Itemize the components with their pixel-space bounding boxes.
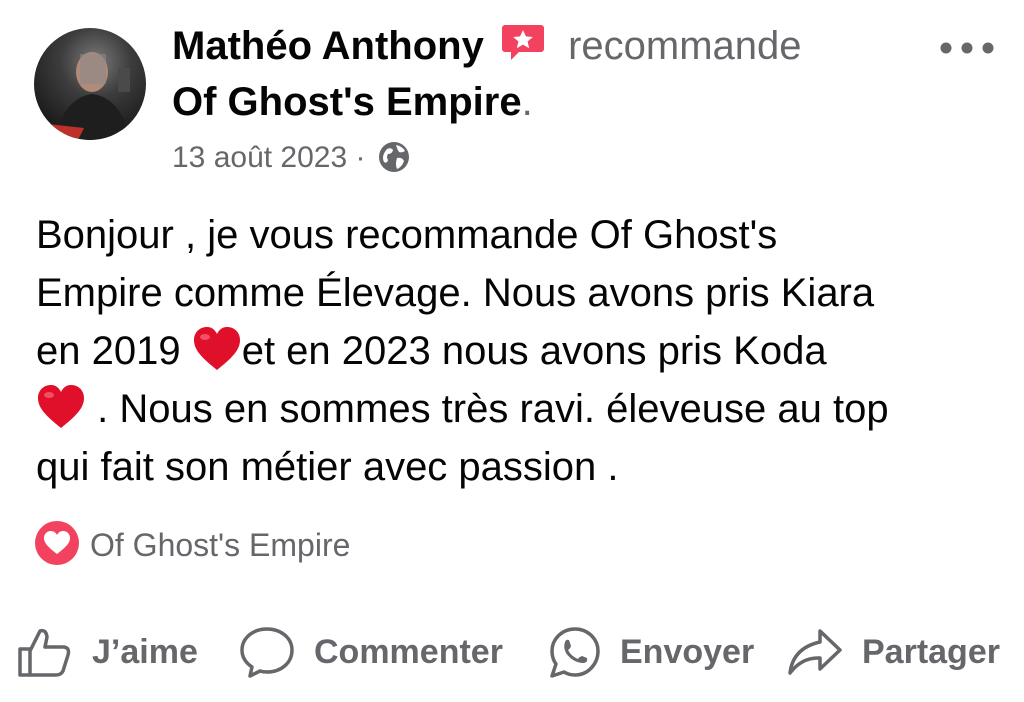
post-text-fragment: en 2019 [36, 329, 192, 373]
page-punct: . [521, 80, 533, 124]
recommendation-icon [501, 23, 545, 63]
post-text-fragment: et en 2023 nous avons pris Koda [241, 329, 827, 373]
recommended-page-tag[interactable]: Of Ghost's Empire [34, 520, 350, 569]
comment-bubble-icon [240, 627, 294, 678]
post-date[interactable]: 13 août 2023 [172, 141, 347, 174]
heart-badge-icon [34, 520, 80, 566]
recommended-page-line: Of Ghost's Empire. [172, 78, 533, 126]
post-body: Bonjour , je vous recommande Of Ghost's … [36, 206, 1008, 496]
red-heart-emoji-icon [36, 384, 86, 430]
avatar[interactable] [34, 28, 146, 140]
share-arrow-icon [788, 629, 842, 675]
share-button[interactable]: Partager [786, 618, 1012, 686]
post-text-line: Bonjour , je vous recommande Of Ghost's [36, 213, 778, 257]
post-card: Mathéo Anthony recommande Of Ghost's Emp… [0, 0, 1024, 702]
more-icon [940, 42, 994, 54]
comment-label: Commenter [314, 633, 503, 671]
meta-separator: · [355, 141, 366, 174]
post-meta: 13 août 2023 · [172, 138, 410, 178]
post-text-fragment: . Nous en sommes très ravi. éleveuse au … [86, 387, 889, 431]
like-label: J’aime [92, 633, 198, 671]
post-text-line: qui fait son métier avec passion . [36, 445, 619, 489]
author-name[interactable]: Mathéo Anthony [172, 24, 484, 68]
share-label: Partager [862, 633, 1000, 671]
tag-label: Of Ghost's Empire [90, 527, 351, 563]
author-line: Mathéo Anthony recommande [172, 22, 802, 70]
whatsapp-icon [550, 627, 600, 678]
thumbs-up-icon [18, 628, 71, 677]
recommend-verb: recommande [568, 24, 802, 68]
globe-icon[interactable] [378, 141, 410, 173]
comment-button[interactable]: Commenter [238, 618, 528, 686]
more-options-button[interactable] [936, 28, 998, 68]
red-heart-emoji-icon [192, 326, 242, 372]
recommended-page-name[interactable]: Of Ghost's Empire [172, 80, 522, 124]
post-text-line: Empire comme Élevage. Nous avons pris Ki… [36, 271, 875, 315]
post-text-line: en 2019 et en 2023 nous avons pris Koda [36, 322, 1008, 380]
post-text-line: . Nous en sommes très ravi. éleveuse au … [36, 380, 1008, 438]
action-bar: J’aime Commenter Envoyer Partager [16, 618, 1012, 686]
like-button[interactable]: J’aime [16, 618, 216, 686]
send-button[interactable]: Envoyer [546, 618, 776, 686]
send-label: Envoyer [620, 633, 755, 671]
